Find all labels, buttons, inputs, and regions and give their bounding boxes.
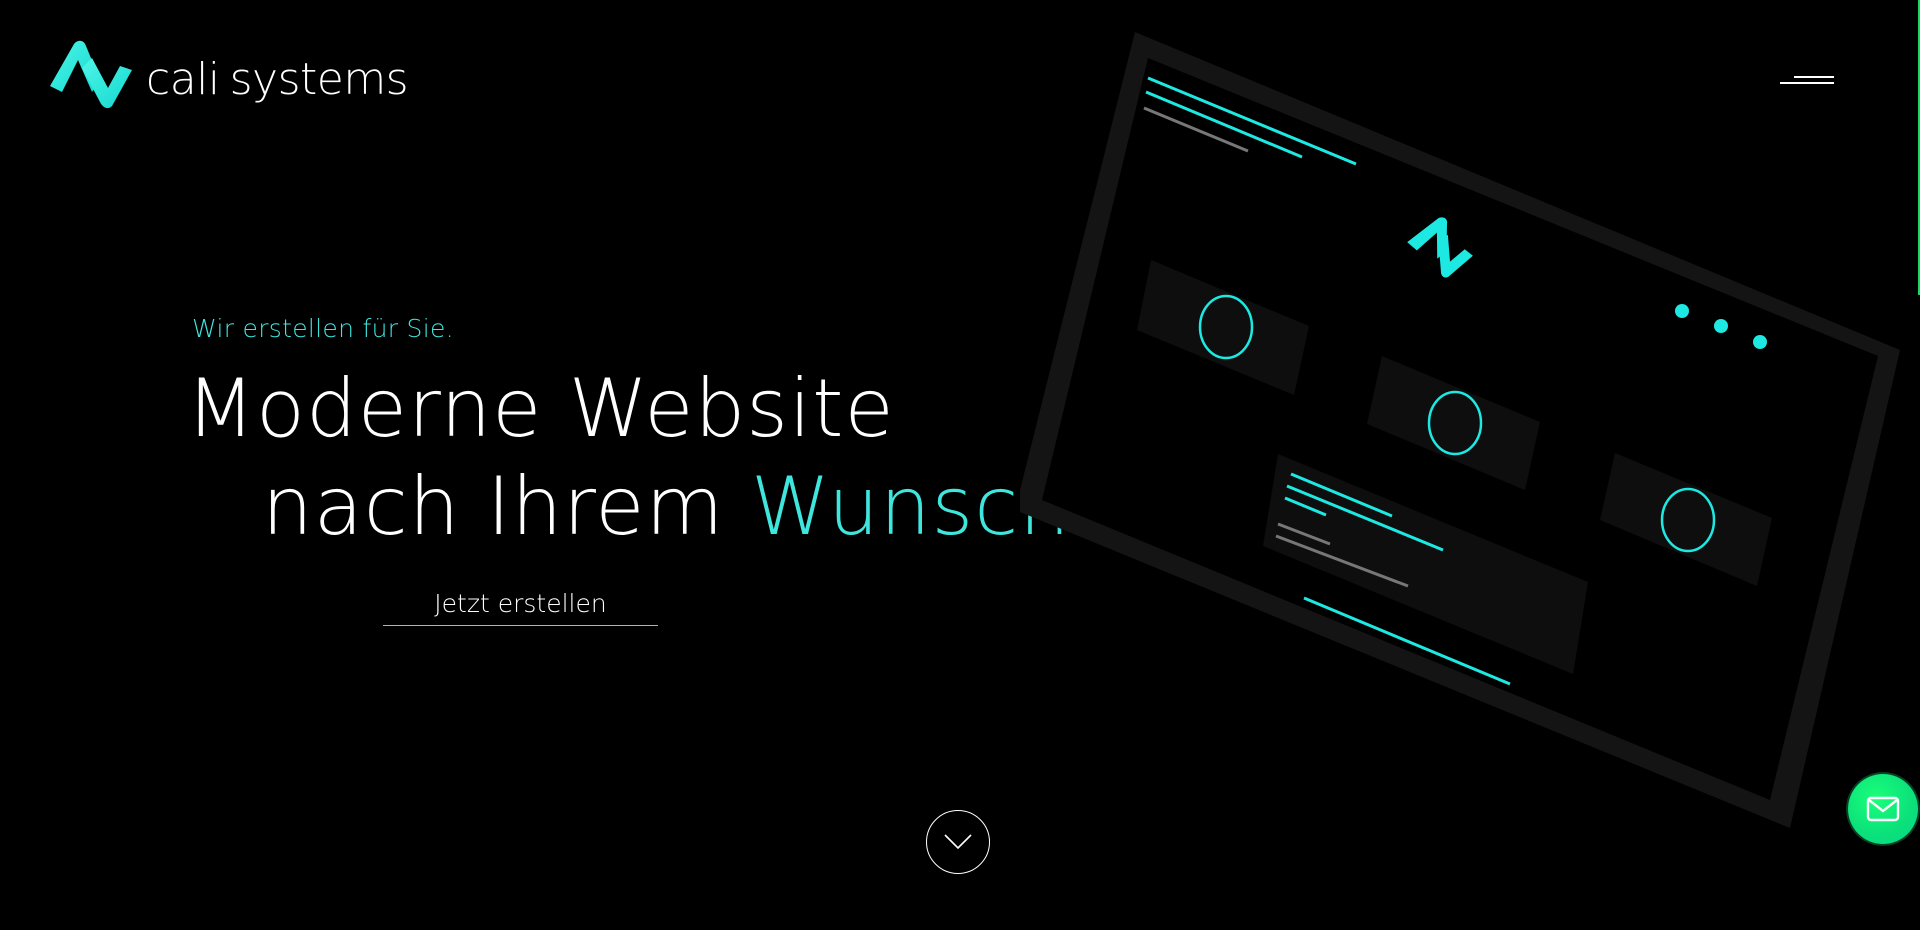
website-mockup-illustration xyxy=(1020,32,1900,828)
brand-name-systems: systems xyxy=(229,54,409,105)
mail-icon xyxy=(1866,796,1900,822)
landing-page: cali systems Wir erstellen für Sie. Mode… xyxy=(0,0,1920,930)
brand-logo[interactable]: cali systems xyxy=(48,40,409,120)
hero-title: Moderne Website nach Ihrem Wunsch xyxy=(186,360,1071,556)
mockup-dot xyxy=(1714,319,1728,333)
hero-title-line2: nach Ihrem Wunsch xyxy=(186,458,1071,556)
scroll-down-button[interactable] xyxy=(926,810,990,874)
chevron-down-icon xyxy=(944,834,972,850)
create-now-button[interactable]: Jetzt erstellen xyxy=(383,582,658,626)
brand-wordmark: cali systems xyxy=(146,54,409,105)
hero-title-line1: Moderne Website xyxy=(186,362,895,455)
mockup-dot xyxy=(1675,304,1689,318)
brand-name-cali: cali xyxy=(146,54,220,105)
hero-title-line2-prefix: nach Ihrem xyxy=(262,460,751,553)
hero-eyebrow: Wir erstellen für Sie. xyxy=(192,314,454,343)
contact-button[interactable] xyxy=(1848,774,1918,844)
cali-logo-icon xyxy=(50,40,132,109)
mockup-dot xyxy=(1753,335,1767,349)
